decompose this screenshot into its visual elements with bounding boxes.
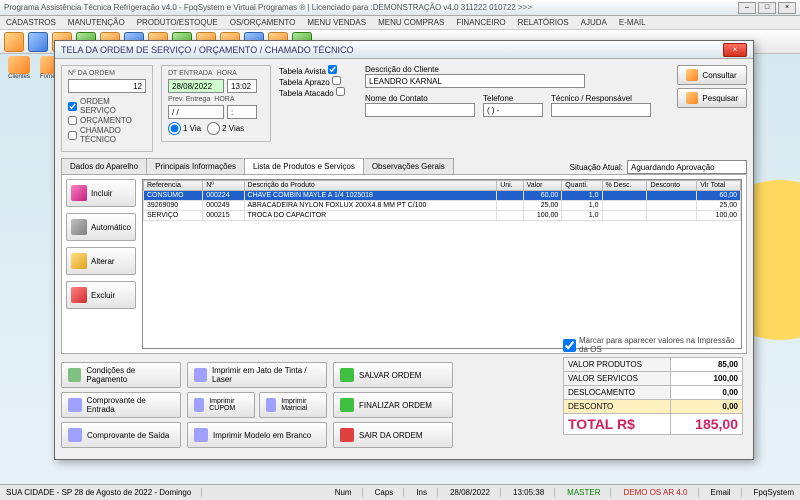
check-icon [340,368,354,382]
status-loc: SUA CIDADE - SP 28 de Agosto de 2022 - D… [6,488,202,497]
maximize-button[interactable]: □ [758,2,776,14]
modal-close-button[interactable]: × [723,43,747,57]
close-button[interactable]: × [778,2,796,14]
minimize-button[interactable]: – [738,2,756,14]
print-icon [194,398,204,412]
menu-compras[interactable]: MENU COMPRAS [378,18,444,27]
print-icon [194,428,208,442]
money-icon [68,368,81,382]
radio-2via[interactable]: 2 Vias [207,122,244,135]
contato-input[interactable] [365,103,475,117]
dt-entrada-input[interactable]: 28/08/2022 [168,79,224,93]
radio-1via[interactable]: 1 Via [168,122,201,135]
search-icon [686,69,698,81]
sair-button[interactable]: SAIR DA ORDEM [333,422,453,448]
print-icon [68,428,82,442]
branco-button[interactable]: Imprimir Modelo em Branco [187,422,327,448]
statusbar: SUA CIDADE - SP 28 de Agosto de 2022 - D… [0,484,800,500]
barcode-icon [71,219,87,235]
alterar-button[interactable]: Alterar [66,247,136,275]
menu-financeiro[interactable]: FINANCEIRO [456,18,505,27]
total-desconto: 0,00 [671,400,743,414]
finalizar-button[interactable]: FINALIZAR ORDEM [333,392,453,418]
prev-input[interactable]: / / [168,105,224,119]
prev-hora-input[interactable]: : [227,105,257,119]
menu-cadastros[interactable]: CADASTROS [6,18,56,27]
delete-icon [71,287,87,303]
jato-button[interactable]: Imprimir em Jato de Tinta / Laser [187,362,327,388]
order-number-group: Nº DA ORDEM 12 ORDEM SERVIÇO ORÇAMENTO C… [61,65,153,152]
table-row[interactable]: SERVIÇO000215TROCA DO CAPACITOR100,001,0… [144,211,741,221]
tool-icon[interactable] [28,32,48,52]
tabs: Dados do Aparelho Principais Informações… [61,158,453,174]
status-select[interactable]: Aguardando Aprovação [627,160,747,174]
product-grid[interactable]: Referencia Nº Descrição do Produto Uni. … [142,179,742,349]
table-row[interactable]: 39269090000249ABRACADEIRA NYLON FOXLUX 2… [144,201,741,211]
order-modal: TELA DA ORDEM DE SERVIÇO / ORÇAMENTO / C… [54,40,754,460]
check-avista[interactable]: Tabela Avista [279,67,337,76]
menu-os[interactable]: OS/ORÇAMENTO [230,18,296,27]
tool-icon[interactable] [4,32,24,52]
check-icon [340,398,354,412]
tab-info[interactable]: Principais Informações [146,158,245,174]
print-icon [194,368,207,382]
edit-icon [71,253,87,269]
hora-input[interactable]: 13:02 [227,79,257,93]
pesquisar-button[interactable]: Pesquisar [677,88,747,108]
check-orc[interactable]: ORÇAMENTO [68,116,146,125]
exit-icon [340,428,354,442]
auto-button[interactable]: Automático [66,213,136,241]
menubar: CADASTROS MANUTENÇÃO PRODUTO/ESTOQUE OS/… [0,16,800,30]
tabela-group: Tabela Avista Tabela Aprazo Tabela Ataca… [279,65,357,98]
modal-title: TELA DA ORDEM DE SERVIÇO / ORÇAMENTO / C… [61,45,723,55]
cliente-group: Descrição do Cliente LEANDRO KARNAL Nome… [365,65,669,117]
plus-icon [71,185,87,201]
menu-ajuda[interactable]: AJUDA [581,18,607,27]
tab-lista[interactable]: Lista de Produtos e Serviços [244,158,364,174]
check-atacado[interactable]: Tabela Atacado [279,89,345,98]
excluir-button[interactable]: Excluir [66,281,136,309]
modal-titlebar: TELA DA ORDEM DE SERVIÇO / ORÇAMENTO / C… [55,41,753,59]
totals-checkbox[interactable]: Marcar para aparecer valores na Impressã… [563,336,743,354]
search-icon [686,92,698,104]
order-number-input[interactable]: 12 [68,79,146,93]
menu-relatorios[interactable]: RELATÓRIOS [518,18,569,27]
check-aprazo[interactable]: Tabela Aprazo [279,78,341,87]
status-label: Situação Atual: [570,163,623,172]
check-os[interactable]: ORDEM SERVIÇO [68,97,146,115]
window-controls: – □ × [738,2,796,14]
dates-group: DT ENTRADAHORA 28/08/2022 13:02 Prev. En… [161,65,271,142]
tab-content: Incluir Automático Alterar Excluir Refer… [61,174,747,354]
comp-ent-button[interactable]: Comprovante de Entrada [61,392,181,418]
total-servicos: 100,00 [671,372,743,386]
tec-input[interactable] [551,103,651,117]
tab-obs[interactable]: Observações Gerais [363,158,454,174]
table-row[interactable]: CONSUMO000224CHAVE COMBIN MAYLE A 1/4 10… [144,191,741,201]
app-title: Programa Assistência Técnica Refrigeraçã… [4,3,738,12]
cupom-button[interactable]: Imprimir CUPOM [187,392,255,418]
menu-manutencao[interactable]: MANUTENÇÃO [68,18,125,27]
total-geral: 185,00 [671,414,743,435]
cliente-input[interactable]: LEANDRO KARNAL [365,74,585,88]
salvar-button[interactable]: SALVAR ORDEM [333,362,453,388]
print-icon [68,398,82,412]
clientes-icon[interactable]: Clientes [4,56,34,86]
comp-sai-button[interactable]: Comprovante de Saída [61,422,181,448]
menu-produto[interactable]: PRODUTO/ESTOQUE [137,18,218,27]
print-icon [266,398,276,412]
consultar-button[interactable]: Consultar [677,65,747,85]
tel-input[interactable]: ( ) - [483,103,543,117]
cond-button[interactable]: Condições de Pagamento [61,362,181,388]
incluir-button[interactable]: Incluir [66,179,136,207]
menu-email[interactable]: E-MAIL [619,18,646,27]
menu-vendas[interactable]: MENU VENDAS [307,18,366,27]
totals-panel: Marcar para aparecer valores na Impressã… [563,336,743,435]
matricial-button[interactable]: Imprimir Matricial [259,392,327,418]
check-cham[interactable]: CHAMADO TÉCNICO [68,126,146,144]
total-produtos: 85,00 [671,358,743,372]
tab-dados[interactable]: Dados do Aparelho [61,158,147,174]
app-titlebar: Programa Assistência Técnica Refrigeraçã… [0,0,800,16]
total-desloc: 0,00 [671,386,743,400]
order-label: Nº DA ORDEM [68,70,146,77]
